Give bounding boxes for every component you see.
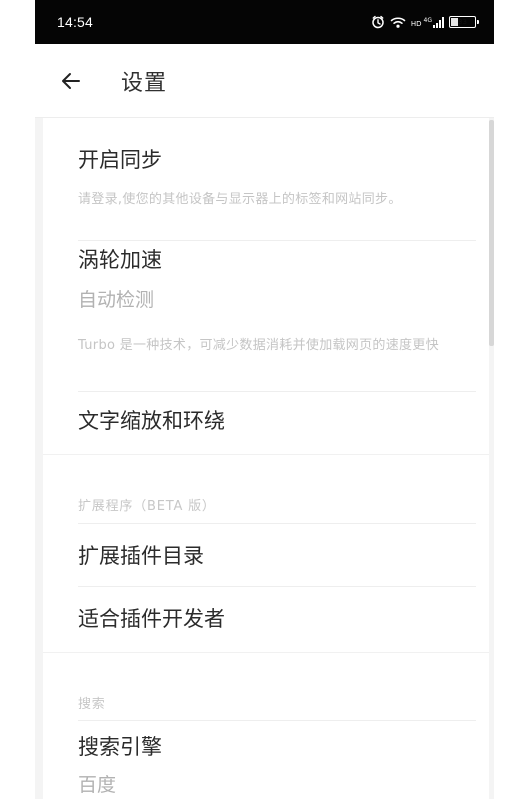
signal-icon: HD 4G (410, 16, 444, 28)
network-label: 4G (423, 16, 432, 24)
search-section-header: 搜索 (78, 697, 106, 712)
status-time: 14:54 (57, 14, 94, 30)
extensions-catalog-title: 扩展插件目录 (78, 544, 204, 568)
section-divider (43, 454, 489, 455)
developer-setting[interactable]: 适合插件开发者 (78, 587, 476, 652)
app-bar: 设置 (35, 44, 494, 118)
text-scaling-title: 文字缩放和环绕 (78, 409, 225, 433)
phone-screen: 14:54 HD 4G 33 设置 开启同步 请登录,使您的其他设备与显示器上的… (35, 0, 494, 799)
battery-label: 33 (458, 18, 467, 26)
battery-icon: 33 (449, 16, 479, 28)
turbo-value: 自动检测 (78, 289, 155, 311)
extensions-catalog-setting[interactable]: 扩展插件目录 (78, 524, 476, 586)
sync-title: 开启同步 (78, 148, 162, 172)
alarm-icon (371, 15, 385, 29)
sync-description: 请登录,使您的其他设备与显示器上的标签和网站同步。 (78, 192, 402, 207)
scrollbar[interactable] (489, 120, 494, 346)
section-divider (43, 652, 489, 653)
developer-title: 适合插件开发者 (78, 607, 225, 631)
browser-settings-screen: 14:54 HD 4G 33 设置 开启同步 请登录,使您的其他设备与显示器上的… (0, 0, 527, 799)
status-bar: 14:54 HD 4G 33 (35, 0, 494, 44)
sync-setting[interactable]: 开启同步 请登录,使您的其他设备与显示器上的标签和网站同步。 (78, 118, 476, 240)
extensions-section-header: 扩展程序（BETA 版） (78, 499, 216, 514)
search-engine-setting[interactable]: 搜索引擎 百度 (78, 721, 476, 799)
arrow-left-icon (62, 72, 80, 89)
turbo-description: Turbo 是一种技术，可减少数据消耗并使加载网页的速度更快 (78, 338, 439, 353)
settings-list[interactable]: 开启同步 请登录,使您的其他设备与显示器上的标签和网站同步。 涡轮加速 自动检测… (43, 118, 489, 799)
hd-label: HD (410, 19, 422, 28)
status-icons: HD 4G 33 (371, 15, 479, 29)
text-scaling-setting[interactable]: 文字缩放和环绕 (78, 392, 476, 454)
search-engine-title: 搜索引擎 (78, 735, 162, 759)
turbo-title: 涡轮加速 (78, 248, 162, 272)
turbo-setting[interactable]: 涡轮加速 自动检测 Turbo 是一种技术，可减少数据消耗并使加载网页的速度更快 (78, 241, 476, 391)
back-button[interactable] (43, 53, 99, 109)
wifi-icon (390, 16, 406, 29)
search-engine-value: 百度 (78, 774, 117, 796)
page-title: 设置 (121, 70, 168, 96)
